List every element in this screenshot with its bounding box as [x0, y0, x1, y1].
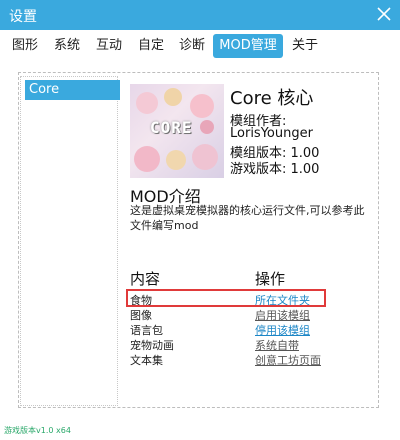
mod-title: Core 核心 [230, 88, 314, 109]
enable-mod-link[interactable]: 启用该模组 [255, 307, 310, 323]
content-item-language: 语言包 [130, 324, 163, 337]
system-builtin-link[interactable]: 系统自带 [255, 337, 299, 353]
content-item-images: 图像 [130, 309, 152, 322]
operations-heading: 操作 [255, 270, 286, 288]
title-bar: 设置 [0, 0, 400, 30]
mod-list-item-core[interactable]: Core [25, 80, 120, 100]
window-title: 设置 [9, 9, 37, 25]
tab-about[interactable]: 关于 [288, 34, 322, 58]
settings-tabs: 图形 系统 互动 自定 诊断 MOD管理 关于 [0, 31, 400, 61]
tab-interaction[interactable]: 互动 [92, 34, 126, 58]
content-item-animation: 宠物动画 [130, 339, 174, 352]
mod-author: LorisYounger [230, 126, 313, 141]
content-item-text-set: 文本集 [130, 354, 163, 367]
workshop-page-link[interactable]: 创意工坊页面 [255, 352, 321, 368]
mod-thumbnail: CORE [130, 84, 224, 178]
game-version-footer: 游戏版本v1.0 x64 [4, 426, 71, 435]
tab-graphics[interactable]: 图形 [8, 34, 42, 58]
intro-text: 这是虚拟桌宠模拟器的核心运行文件,可以参考此文件编写mod [130, 204, 365, 232]
tab-mod-management[interactable]: MOD管理 [213, 34, 283, 58]
game-version: 游戏版本: 1.00 [230, 162, 320, 177]
contents-heading: 内容 [130, 270, 161, 288]
tab-custom[interactable]: 自定 [134, 34, 168, 58]
highlight-box [126, 289, 326, 307]
tab-diagnostics[interactable]: 诊断 [175, 34, 209, 58]
disable-mod-link[interactable]: 停用该模组 [255, 322, 310, 338]
mod-list: Core [20, 76, 120, 406]
tab-system[interactable]: 系统 [50, 34, 84, 58]
close-icon[interactable] [376, 6, 392, 22]
thumbnail-logo-text: CORE [150, 118, 193, 137]
